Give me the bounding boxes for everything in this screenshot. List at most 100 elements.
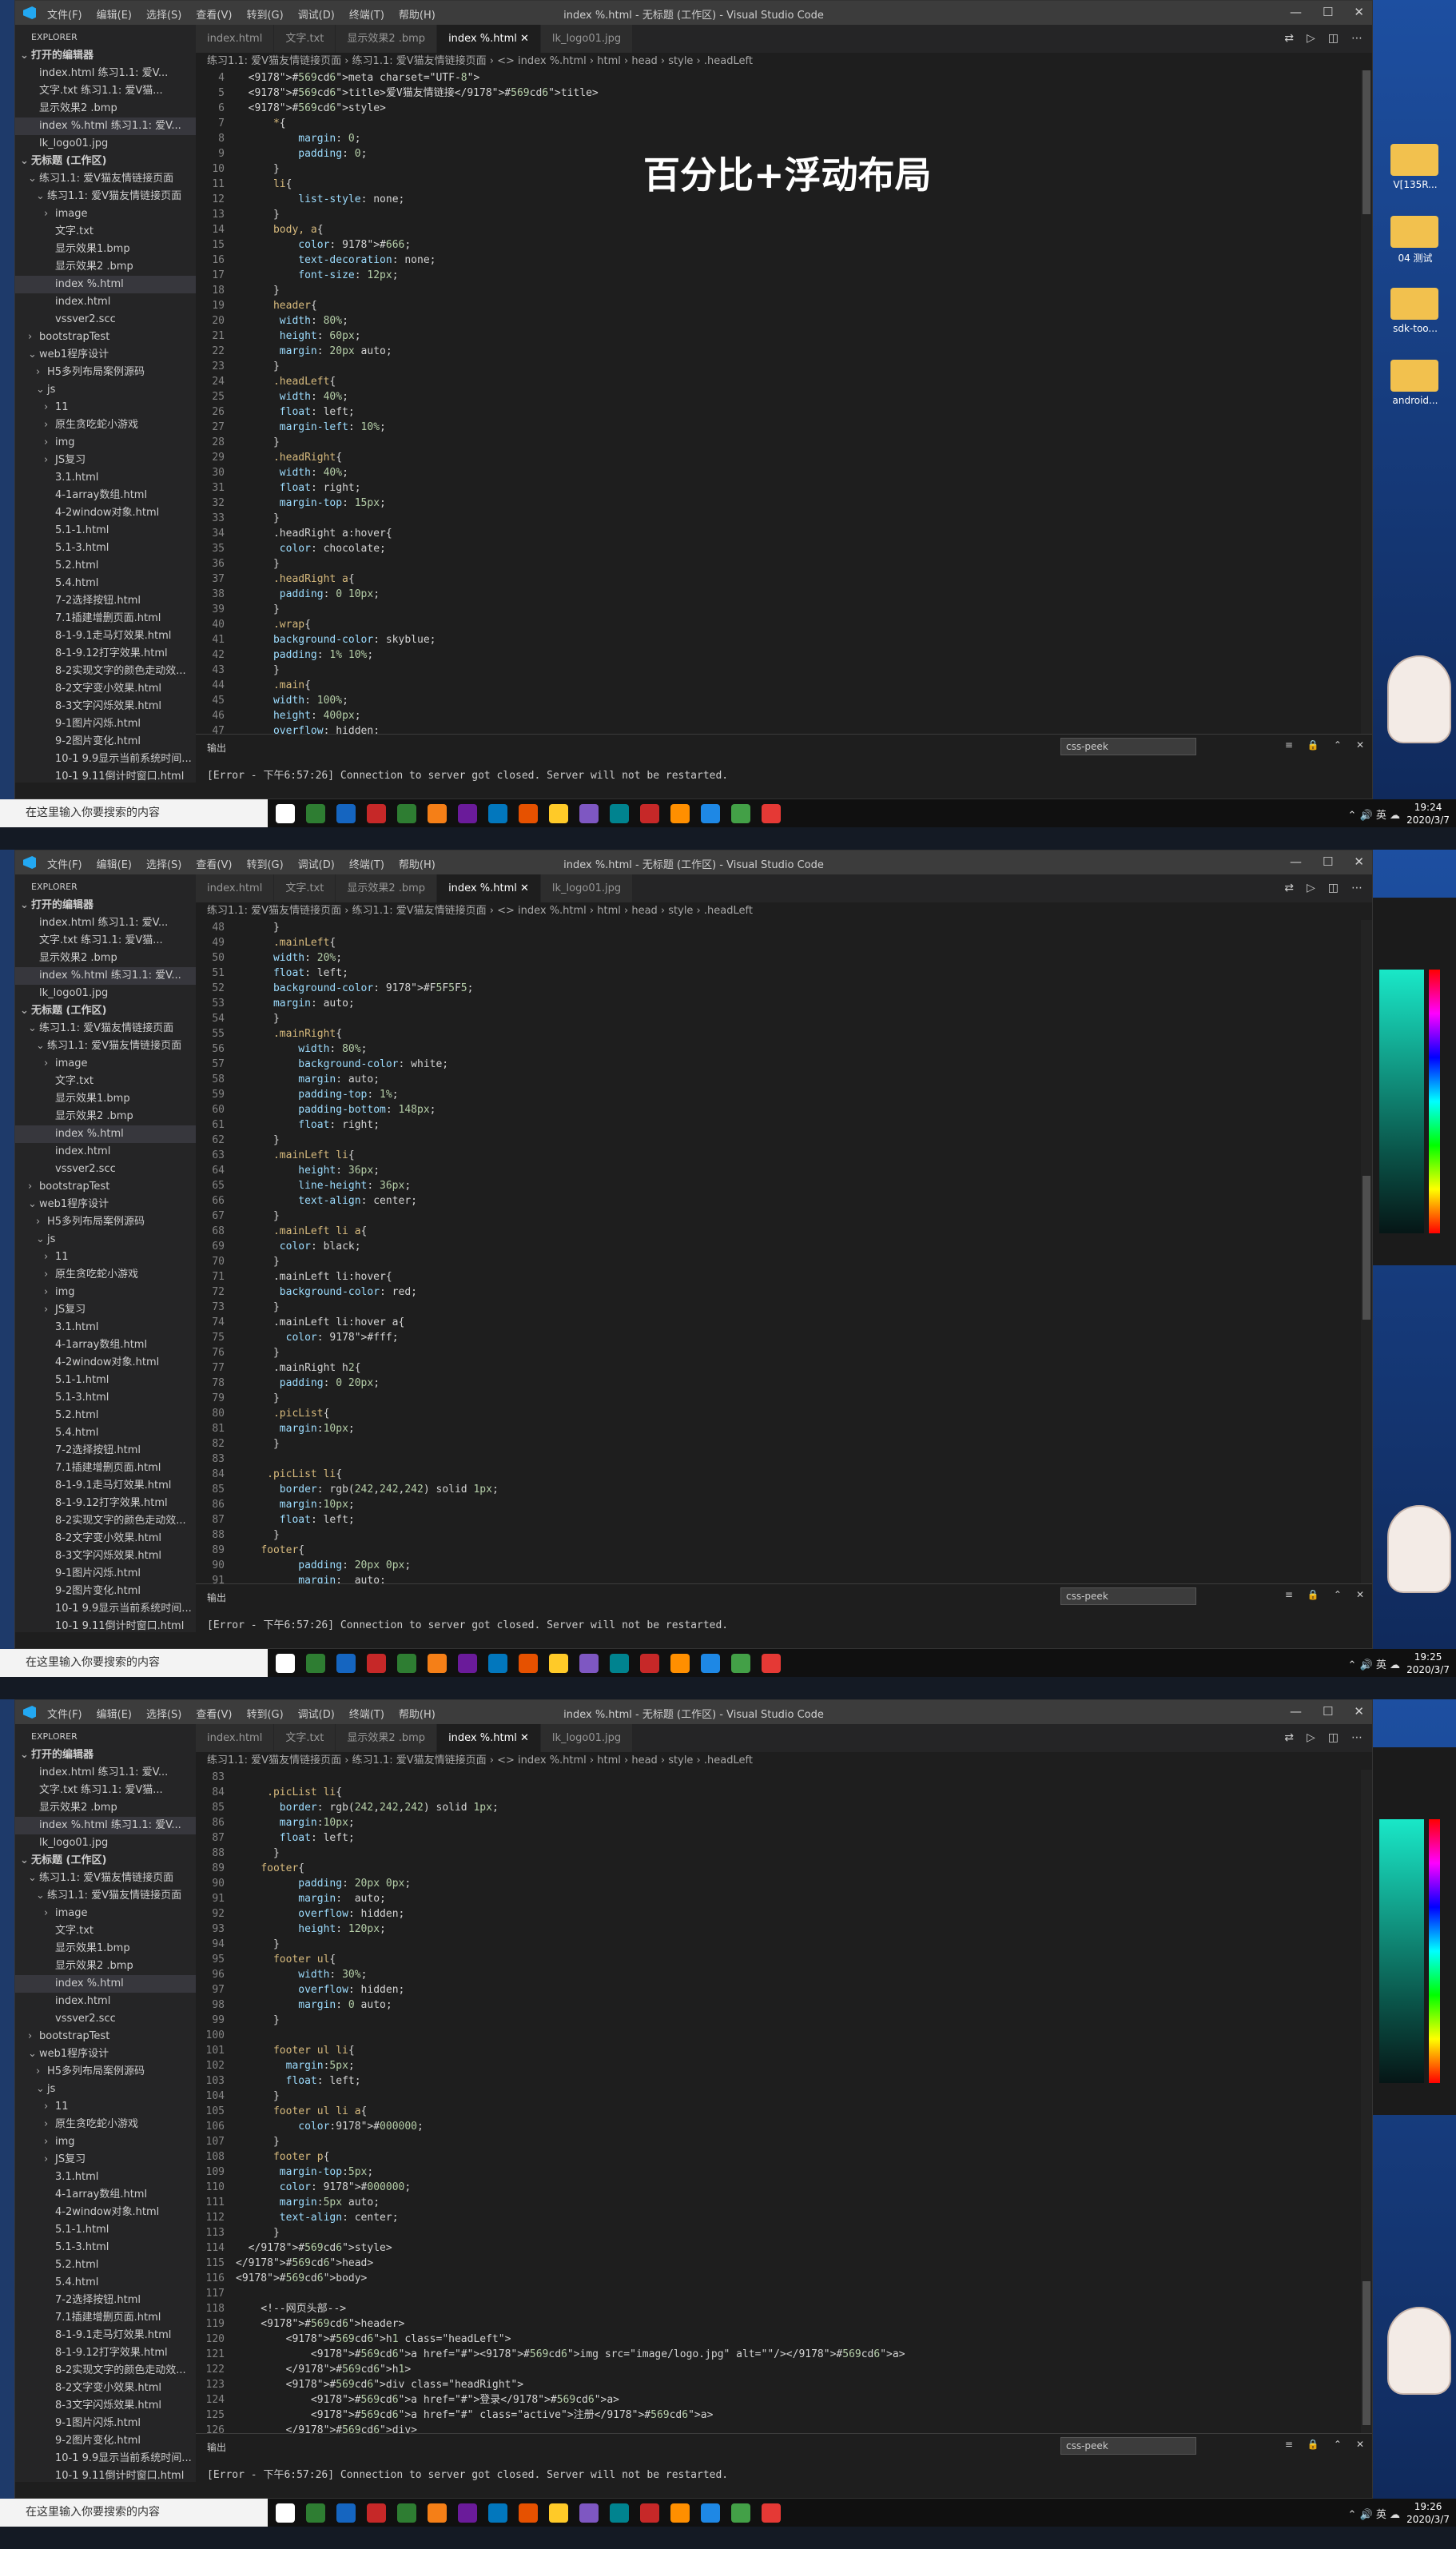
tree-item[interactable]: 10-1 9.9显示当前系统时间... xyxy=(15,2450,196,2467)
desktop-icon[interactable] xyxy=(1390,288,1438,320)
tree-item[interactable]: 5.4.html xyxy=(15,2274,196,2292)
taskbar-app-icon[interactable] xyxy=(610,804,629,823)
tree-item[interactable]: ⌄ 练习1.1: 爱V猫友情链接页面 xyxy=(15,1870,196,1887)
tree-item[interactable]: › 11 xyxy=(15,2098,196,2116)
tree-item[interactable]: 8-2实现文字的颜色走动效... xyxy=(15,663,196,680)
run-icon[interactable]: ▷ xyxy=(1307,1731,1315,1744)
tree-item[interactable]: › img xyxy=(15,1284,196,1301)
output-channel-select[interactable]: css-peek xyxy=(1060,2437,1196,2455)
maximize-panel-icon[interactable]: ⌃ xyxy=(1334,2439,1342,2450)
tree-item[interactable]: 9-1图片闪烁.html xyxy=(15,1565,196,1583)
tree-item[interactable]: 5.1-3.html xyxy=(15,2239,196,2256)
tree-item[interactable]: index.html xyxy=(15,1143,196,1161)
open-editor-item[interactable]: 显示效果2 .bmp xyxy=(15,100,196,117)
color-picker[interactable] xyxy=(1373,1747,1456,2115)
editor-scrollbar[interactable] xyxy=(1361,1770,1372,2433)
tree-item[interactable]: › img xyxy=(15,434,196,452)
taskbar-app-icon[interactable] xyxy=(397,2503,416,2523)
tree-item[interactable]: ⌄ js xyxy=(15,381,196,399)
tree-item[interactable]: ⌄ js xyxy=(15,1231,196,1249)
tree-item[interactable]: 4-2window对象.html xyxy=(15,1354,196,1372)
taskbar-app-icon[interactable] xyxy=(762,804,781,823)
tree-item[interactable]: 7.1插建增删页面.html xyxy=(15,610,196,627)
system-tray[interactable]: ⌃ 🔊 英 ☁ xyxy=(1348,2506,1400,2521)
tree-item[interactable]: 8-2文字变小效果.html xyxy=(15,680,196,698)
tree-item[interactable]: › bootstrapTest xyxy=(15,329,196,346)
taskbar-app-icon[interactable] xyxy=(701,804,720,823)
close-tab-icon[interactable]: ✕ xyxy=(520,882,529,894)
maximize-icon[interactable]: ☐ xyxy=(1323,854,1333,869)
system-tray[interactable]: ⌃ 🔊 英 ☁ xyxy=(1348,1656,1400,1671)
close-panel-icon[interactable]: ✕ xyxy=(1356,2439,1364,2450)
tree-item[interactable]: ⌄ 练习1.1: 爱V猫友情链接页面 xyxy=(15,188,196,205)
editor-tab[interactable]: lk_logo01.jpg xyxy=(540,25,634,53)
tree-item[interactable]: 10-1 9.11倒计时窗口.html xyxy=(15,1618,196,1635)
tree-item[interactable]: 5.4.html xyxy=(15,1424,196,1442)
workspace-header[interactable]: ⌄ 无标题 (工作区) xyxy=(15,1002,196,1020)
split-editor-icon[interactable]: ◫ xyxy=(1328,882,1339,894)
breadcrumb[interactable]: 练习1.1: 爱V猫友情链接页面 › 练习1.1: 爱V猫友情链接页面 › <>… xyxy=(196,902,1372,920)
tree-item[interactable]: ⌄ 练习1.1: 爱V猫友情链接页面 xyxy=(15,1020,196,1038)
output-tab[interactable]: 输出 xyxy=(207,2440,226,2454)
tree-item[interactable]: ⌄ js xyxy=(15,2081,196,2098)
taskbar-app-icon[interactable] xyxy=(579,1654,599,1673)
tree-item[interactable]: › image xyxy=(15,1905,196,1922)
tree-item[interactable]: 9-1图片闪烁.html xyxy=(15,715,196,733)
code-editor[interactable]: 83 84 .picList li{85 border: rgb(242,242,… xyxy=(196,1770,1372,2433)
taskbar-app-icon[interactable] xyxy=(640,804,659,823)
open-editor-item[interactable]: index.html 练习1.1: 爱V... xyxy=(15,1764,196,1782)
tree-item[interactable]: 10-1 9.9显示当前系统时间... xyxy=(15,751,196,768)
taskbar-app-icon[interactable] xyxy=(428,2503,447,2523)
taskbar-app-icon[interactable] xyxy=(670,804,690,823)
output-tab[interactable]: 输出 xyxy=(207,1591,226,1604)
tree-item[interactable]: 5.1-1.html xyxy=(15,522,196,540)
clear-output-icon[interactable]: ≡ xyxy=(1285,1589,1293,1600)
taskbar-app-icon[interactable] xyxy=(306,2503,325,2523)
tree-item[interactable]: vssver2.scc xyxy=(15,2010,196,2028)
open-editor-item[interactable]: 文字.txt 练习1.1: 爱V猫... xyxy=(15,82,196,100)
editor-tab[interactable]: index.html xyxy=(196,874,275,902)
close-icon[interactable]: ✕ xyxy=(1354,1704,1364,1719)
tree-item[interactable]: › H5多列布局案例源码 xyxy=(15,1213,196,1231)
workspace-header[interactable]: ⌄ 无标题 (工作区) xyxy=(15,153,196,170)
open-editors-header[interactable]: ⌄ 打开的编辑器 xyxy=(15,1746,196,1764)
tree-item[interactable]: › 11 xyxy=(15,1249,196,1266)
tree-item[interactable]: 8-1-9.1走马灯效果.html xyxy=(15,1477,196,1495)
split-editor-icon[interactable]: ◫ xyxy=(1328,32,1339,45)
run-icon[interactable]: ▷ xyxy=(1307,882,1315,894)
taskbar-app-icon[interactable] xyxy=(428,1654,447,1673)
tree-item[interactable]: 5.2.html xyxy=(15,2256,196,2274)
tree-item[interactable]: › 11 xyxy=(15,399,196,416)
taskbar-app-icon[interactable] xyxy=(458,1654,477,1673)
maximize-panel-icon[interactable]: ⌃ xyxy=(1334,1589,1342,1600)
taskbar-app-icon[interactable] xyxy=(762,1654,781,1673)
taskbar-app-icon[interactable] xyxy=(367,804,386,823)
tree-item[interactable]: 9-1图片闪烁.html xyxy=(15,2415,196,2432)
tree-item[interactable]: › H5多列布局案例源码 xyxy=(15,2063,196,2081)
tree-item[interactable]: index.html xyxy=(15,293,196,311)
tree-item[interactable]: vssver2.scc xyxy=(15,1161,196,1178)
breadcrumb[interactable]: 练习1.1: 爱V猫友情链接页面 › 练习1.1: 爱V猫友情链接页面 › <>… xyxy=(196,53,1372,70)
taskbar-app-icon[interactable] xyxy=(519,2503,538,2523)
tree-item[interactable]: 3.1.html xyxy=(15,1319,196,1336)
taskbar-app-icon[interactable] xyxy=(428,804,447,823)
tree-item[interactable]: 3.1.html xyxy=(15,2169,196,2186)
tree-item[interactable]: 5.1-3.html xyxy=(15,1389,196,1407)
tree-item[interactable]: 10-1 9.11倒计时窗口.html xyxy=(15,768,196,786)
tree-item[interactable]: ⌄ 练习1.1: 爱V猫友情链接页面 xyxy=(15,170,196,188)
taskbar-app-icon[interactable] xyxy=(367,2503,386,2523)
color-sv-field[interactable] xyxy=(1379,1819,1424,2083)
tree-item[interactable]: › H5多列布局案例源码 xyxy=(15,364,196,381)
taskbar-app-icon[interactable] xyxy=(519,804,538,823)
taskbar-app-icon[interactable] xyxy=(458,804,477,823)
desktop-pet[interactable] xyxy=(1387,2307,1451,2395)
tree-item[interactable]: › bootstrapTest xyxy=(15,1178,196,1196)
tree-item[interactable]: › JS复习 xyxy=(15,1301,196,1319)
lock-icon[interactable]: 🔒 xyxy=(1307,2439,1319,2450)
tree-item[interactable]: index %.html xyxy=(15,276,196,293)
run-icon[interactable]: ▷ xyxy=(1307,32,1315,45)
compare-icon[interactable]: ⇄ xyxy=(1284,32,1294,45)
taskbar-app-icon[interactable] xyxy=(336,804,356,823)
tree-item[interactable]: 显示效果2 .bmp xyxy=(15,258,196,276)
editor-scrollbar[interactable] xyxy=(1361,70,1372,734)
